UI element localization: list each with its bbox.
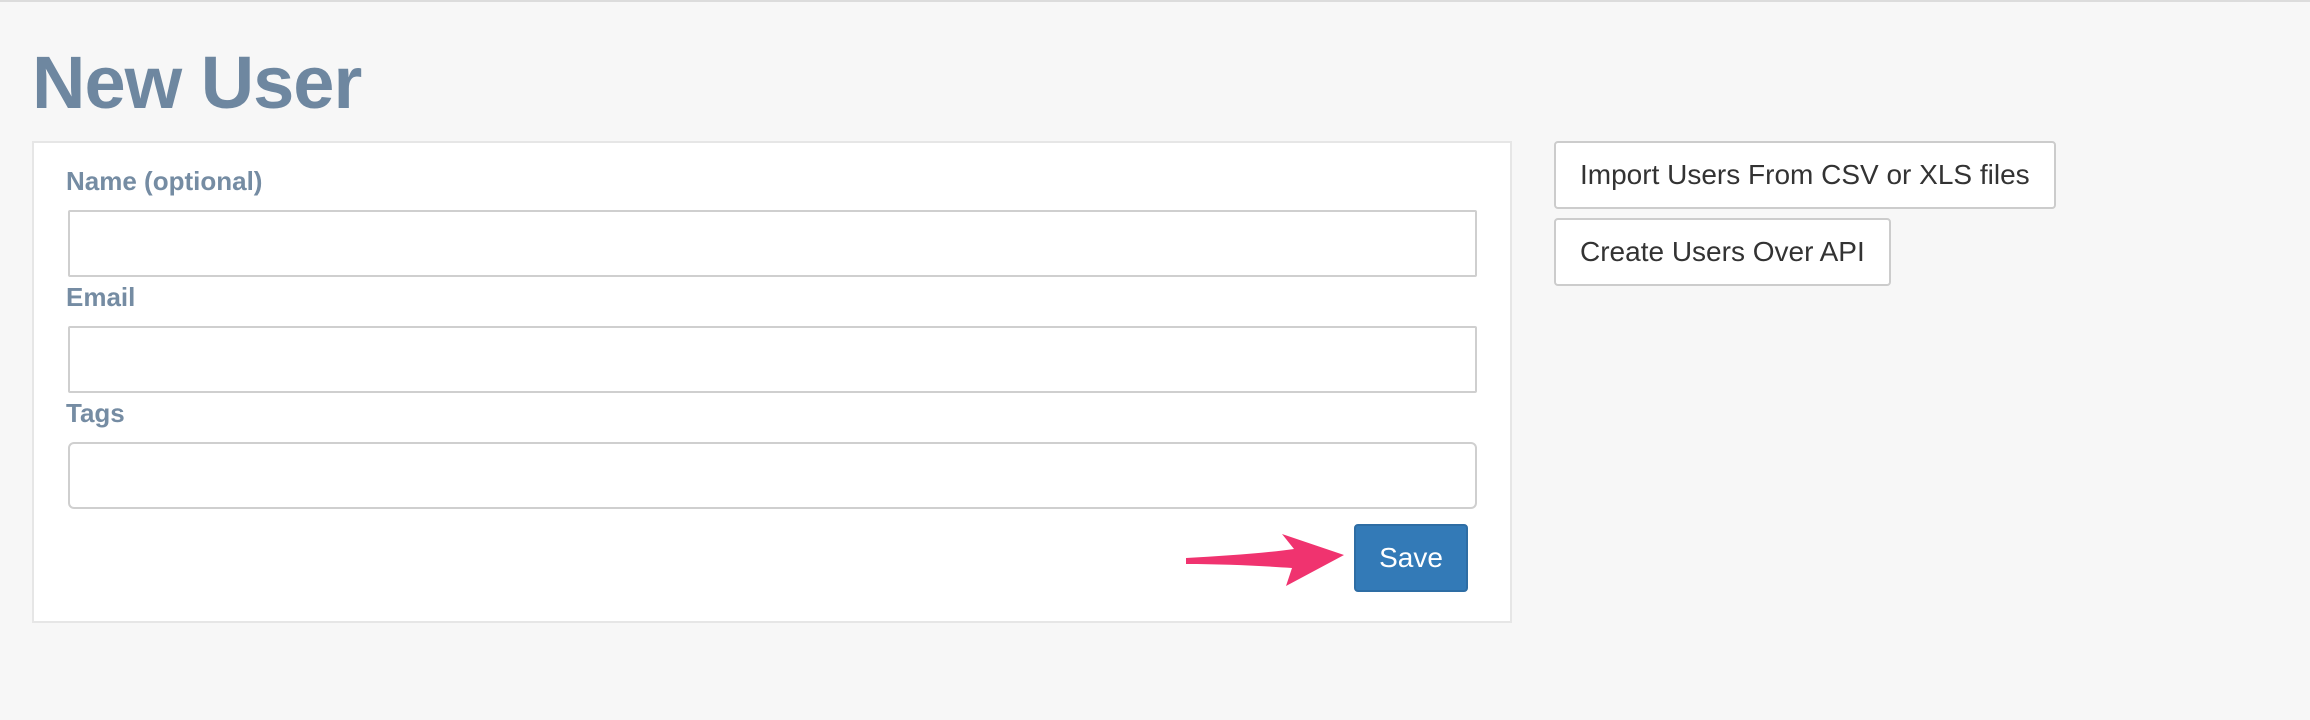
tags-input[interactable] [68, 442, 1477, 509]
top-divider [0, 0, 2310, 2]
arrow-right-icon [1186, 534, 1344, 586]
import-users-button[interactable]: Import Users From CSV or XLS files [1554, 141, 2056, 209]
name-label: Name (optional) [66, 166, 263, 196]
create-users-api-button[interactable]: Create Users Over API [1554, 218, 1891, 286]
email-label: Email [66, 282, 136, 312]
save-button[interactable]: Save [1354, 524, 1468, 592]
email-input[interactable] [68, 326, 1477, 393]
name-input[interactable] [68, 210, 1477, 277]
page-title: New User [32, 41, 362, 124]
tags-label: Tags [66, 398, 125, 428]
